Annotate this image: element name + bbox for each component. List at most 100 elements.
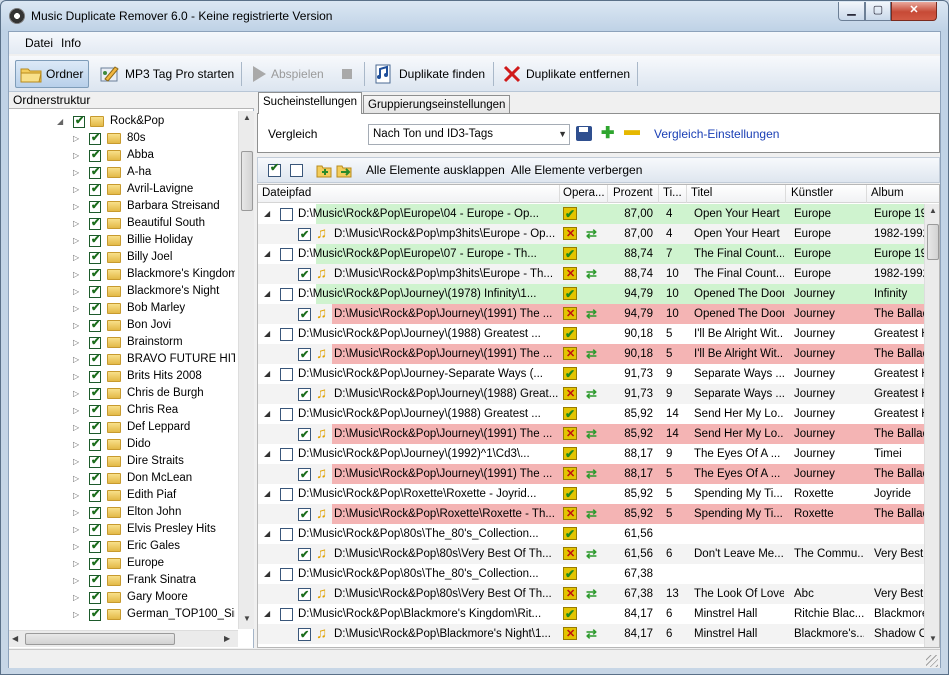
expand-arrow-icon[interactable]: ▷ (73, 147, 82, 164)
delete-icon[interactable] (563, 384, 577, 404)
duplicate-row[interactable]: ♫ D:\Music\Rock&Pop\Journey\(1988) Great.… (258, 384, 924, 405)
expand-arrow-icon[interactable]: ▷ (73, 402, 82, 419)
swap-icon[interactable]: ⇄ (586, 464, 597, 484)
row-checkbox[interactable] (298, 385, 311, 405)
tree-item[interactable]: ▷ Blackmore's Night (11, 283, 235, 300)
row-checkbox[interactable] (298, 225, 311, 245)
mp3tag-button[interactable]: MP3 Tag Pro starten (95, 60, 238, 88)
tree-item[interactable]: ▷ Elton John (11, 504, 235, 521)
save-icon[interactable] (576, 126, 592, 141)
collapse-arrow-icon[interactable]: ◢ (264, 204, 270, 224)
expand-all-button[interactable]: Alle Elemente ausklappen (366, 163, 505, 177)
duplikate-finden-button[interactable]: Duplikate finden (369, 60, 489, 88)
tree-item[interactable]: ▷ Bon Jovi (11, 317, 235, 334)
tree-checkbox[interactable] (89, 504, 101, 521)
column-header-album[interactable]: Album (871, 187, 939, 199)
expand-arrow-icon[interactable]: ▷ (73, 572, 82, 589)
tab-sucheinstellungen[interactable]: Sucheinstellungen (258, 92, 362, 114)
tree-item[interactable]: ▷ BRAVO FUTURE HIT (11, 351, 235, 368)
duplicate-row[interactable]: ♫ D:\Music\Rock&Pop\Journey\(1991) The ..… (258, 344, 924, 365)
row-checkbox[interactable] (280, 208, 293, 221)
delete-icon[interactable] (563, 584, 577, 604)
group-row[interactable]: ◢ D:\Music\Rock&Pop\Journey\(1988) Greate… (258, 324, 924, 344)
delete-icon[interactable] (563, 424, 577, 444)
expand-arrow-icon[interactable]: ▷ (73, 317, 82, 334)
tree-item[interactable]: ▷ Dido (11, 436, 235, 453)
swap-icon[interactable]: ⇄ (586, 504, 597, 524)
tree-item[interactable]: ▷ Europe (11, 555, 235, 572)
column-divider[interactable] (686, 185, 687, 203)
group-row[interactable]: ◢ D:\Music\Rock&Pop\Europe\07 - Europe - … (258, 244, 924, 264)
keep-icon[interactable] (563, 284, 577, 304)
tree-checkbox[interactable] (89, 589, 101, 606)
duplicate-row[interactable]: ♫ D:\Music\Rock&Pop\Blackmore's Night\1..… (258, 624, 924, 645)
row-checkbox[interactable] (280, 368, 293, 381)
row-checkbox[interactable] (298, 585, 311, 605)
collapse-arrow-icon[interactable]: ◢ (264, 244, 270, 264)
expand-arrow-icon[interactable]: ▷ (73, 249, 82, 266)
tree-item[interactable]: ▷ Edith Piaf (11, 487, 235, 504)
check-all-checkbox[interactable] (268, 161, 281, 177)
swap-icon[interactable]: ⇄ (586, 624, 597, 644)
minimize-button[interactable]: ▁ (838, 2, 865, 21)
tree-checkbox[interactable] (89, 487, 101, 504)
expand-arrow-icon[interactable]: ▷ (73, 606, 82, 623)
group-row[interactable]: ◢ D:\Music\Rock&Pop\80s\The_80's_Collecti… (258, 564, 924, 584)
close-button[interactable]: ✕ (891, 2, 937, 21)
tab-gruppierungseinstellungen[interactable]: Gruppierungseinstellungen (363, 95, 511, 115)
title-bar[interactable]: Music Duplicate Remover 6.0 - Keine regi… (1, 1, 948, 31)
row-checkbox[interactable] (280, 288, 293, 301)
swap-icon[interactable]: ⇄ (586, 584, 597, 604)
grid-vertical-scrollbar[interactable]: ▲ ▼ (924, 204, 939, 647)
swap-icon[interactable]: ⇄ (586, 264, 597, 284)
menu-datei[interactable]: Datei (25, 36, 53, 50)
expand-arrow-icon[interactable]: ▷ (73, 504, 82, 521)
row-checkbox[interactable] (298, 425, 311, 445)
swap-icon[interactable]: ⇄ (586, 344, 597, 364)
tree-checkbox[interactable] (89, 334, 101, 351)
compare-mode-select[interactable]: Nach Ton und ID3-Tags ▼ (368, 124, 570, 145)
duplicate-row[interactable]: ♫ D:\Music\Rock&Pop\Journey\(1991) The ..… (258, 304, 924, 325)
row-checkbox[interactable] (298, 545, 311, 565)
expand-arrow-icon[interactable]: ▷ (73, 300, 82, 317)
row-checkbox[interactable] (280, 608, 293, 621)
column-header-percent[interactable]: Prozent (613, 187, 655, 199)
scroll-up-icon[interactable]: ▲ (929, 206, 937, 215)
group-row[interactable]: ◢ D:\Music\Rock&Pop\Journey-Separate Ways… (258, 364, 924, 384)
tree-checkbox[interactable] (89, 453, 101, 470)
delete-icon[interactable] (563, 264, 577, 284)
duplicate-row[interactable]: ♫ D:\Music\Rock&Pop\80s\Very Best Of Th..… (258, 584, 924, 605)
tree-item[interactable]: ▷ Frank Sinatra (11, 572, 235, 589)
expand-arrow-icon[interactable]: ▷ (73, 130, 82, 147)
tree-item[interactable]: ▷ Beautiful South (11, 215, 235, 232)
tree-item[interactable]: ▷ Blackmore's Kingdom (11, 266, 235, 283)
row-checkbox[interactable] (280, 248, 293, 261)
tree-item[interactable]: ▷ Don McLean (11, 470, 235, 487)
tree-item[interactable]: ▷ Def Leppard (11, 419, 235, 436)
tree-horizontal-scrollbar[interactable]: ◀ ▶ (9, 630, 238, 647)
tree-checkbox[interactable] (89, 402, 101, 419)
group-row[interactable]: ◢ D:\Music\Rock&Pop\Roxette\Roxette - Joy… (258, 484, 924, 504)
expand-arrow-icon[interactable]: ▷ (73, 436, 82, 453)
tree-item[interactable]: ▷ Gary Moore (11, 589, 235, 606)
tree-checkbox[interactable] (89, 249, 101, 266)
swap-icon[interactable]: ⇄ (586, 424, 597, 444)
group-row[interactable]: ◢ D:\Music\Rock&Pop\Blackmore's Kingdom\R… (258, 604, 924, 624)
tree-checkbox[interactable] (89, 130, 101, 147)
tree-item[interactable]: ▷ Abba (11, 147, 235, 164)
row-checkbox[interactable] (280, 488, 293, 501)
expand-arrow-icon[interactable]: ▷ (73, 334, 82, 351)
scroll-down-icon[interactable]: ▼ (929, 634, 937, 643)
keep-icon[interactable] (563, 524, 577, 544)
scroll-right-icon[interactable]: ▶ (224, 634, 230, 643)
collapse-all-button[interactable]: Alle Elemente verbergen (511, 163, 642, 177)
row-checkbox[interactable] (298, 265, 311, 285)
collapse-arrow-icon[interactable]: ◢ (57, 113, 66, 130)
tree-checkbox[interactable] (89, 164, 101, 181)
tree-item[interactable]: ▷ German_TOP100_Sin (11, 606, 235, 623)
keep-icon[interactable] (563, 444, 577, 464)
tree-item[interactable]: ▷ Brits Hits 2008 (11, 368, 235, 385)
delete-icon[interactable] (563, 624, 577, 644)
abspielen-button[interactable]: Abspielen (247, 60, 328, 88)
tree-checkbox[interactable] (89, 470, 101, 487)
